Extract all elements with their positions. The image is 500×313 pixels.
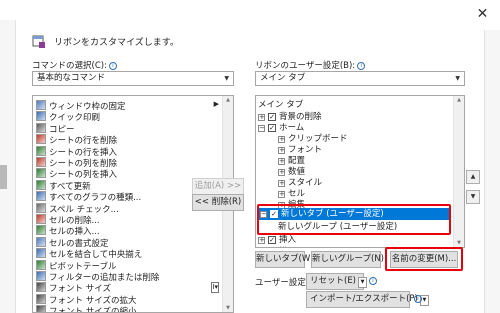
tree-item-label: スタイル — [288, 178, 323, 188]
left-edge-tab[interactable] — [0, 165, 7, 189]
info-icon: i — [108, 62, 117, 70]
command-item[interactable]: セルを結合して中央揃え — [36, 248, 221, 260]
ribbon-tabs-select[interactable]: メイン タブ ▼ — [255, 71, 465, 86]
page-title: リボンをカスタマイズします。 — [54, 38, 179, 48]
collapse-icon[interactable]: − — [258, 125, 265, 132]
scroll-up-icon[interactable]: ▲ — [454, 97, 464, 103]
command-item[interactable]: フォント サイズの拡大 — [36, 293, 221, 306]
chevron-down-icon: ▼ — [224, 75, 229, 82]
format-cells-icon — [36, 236, 46, 247]
expand-icon[interactable]: + — [278, 147, 285, 154]
tree-item-label: 背景の削除 — [279, 112, 322, 122]
checkbox-checked-icon[interactable]: ✓ — [268, 124, 276, 132]
remove-button[interactable]: << 削除(R) — [192, 194, 244, 211]
command-item[interactable]: セルの削除... — [36, 214, 221, 226]
delete-column-icon — [36, 157, 46, 167]
command-item[interactable]: セルの書式設定 — [36, 236, 221, 249]
font-size-dropdown-icon: I▾ — [211, 282, 219, 294]
chevron-down-icon: ▼ — [455, 75, 460, 82]
expand-icon[interactable]: + — [278, 158, 285, 165]
insert-column-icon — [36, 168, 46, 179]
tree-item-label: フォント — [288, 145, 323, 155]
chevron-down-icon: ▼ — [358, 277, 368, 288]
refresh-all-icon — [36, 179, 46, 190]
command-item[interactable]: フィルターの追加または削除 — [36, 271, 221, 283]
scroll-down-icon[interactable]: ▼ — [223, 305, 233, 311]
import-export-button[interactable]: インポート/エクスポート(P) ▼ — [306, 291, 429, 308]
command-source-select[interactable]: 基本的なコマンド ▼ — [32, 71, 234, 86]
info-icon: i — [414, 295, 422, 303]
merge-center-icon — [36, 248, 46, 259]
command-item[interactable]: クイック印刷 — [36, 111, 221, 123]
chart-icon — [36, 191, 46, 202]
scroll-down-icon[interactable]: ▼ — [454, 240, 464, 246]
spell-check-icon — [36, 202, 46, 213]
command-item[interactable]: フォント サイズの縮小 — [36, 305, 221, 313]
move-down-button[interactable]: ▼ — [466, 190, 480, 204]
ribbon-tree-scrollbar[interactable]: ▲ ▼ — [453, 96, 464, 247]
expand-icon[interactable]: + — [278, 180, 285, 187]
submenu-arrow-icon: ▶ — [213, 100, 219, 108]
freeze-panes-icon — [36, 100, 46, 110]
user-settings-label: ユーザー設定: — [255, 278, 309, 288]
move-up-button[interactable]: ▲ — [466, 170, 480, 184]
tree-item-label: 数値 — [288, 167, 306, 177]
command-item[interactable]: ピボットテーブル — [36, 259, 221, 272]
expand-icon[interactable]: + — [278, 169, 285, 176]
command-item[interactable]: シートの列を削除 — [36, 157, 221, 169]
delete-row-icon — [36, 134, 46, 145]
checkbox-checked-icon[interactable]: ✓ — [268, 113, 276, 121]
customize-ribbon-icon — [32, 35, 45, 48]
command-item[interactable]: フォント サイズ I▾ — [36, 282, 221, 294]
font-size-icon — [36, 282, 46, 293]
insert-row-icon — [36, 145, 46, 156]
command-item[interactable]: シートの行を削除 — [36, 134, 221, 146]
tree-item-draw[interactable]: +✓描画 — [258, 246, 296, 247]
tree-item-insert[interactable]: + ✓ 挿入 — [258, 234, 296, 246]
command-source-label: コマンドの選択(C): i — [32, 59, 117, 71]
insert-cells-icon — [36, 225, 46, 236]
pivot-table-icon — [36, 259, 46, 270]
reset-button[interactable]: リセット(E) ▼ — [306, 273, 368, 290]
checkbox-checked-icon[interactable]: ✓ — [268, 236, 276, 244]
command-item[interactable]: シートの行を挿入 — [36, 145, 221, 158]
copy-icon — [36, 122, 46, 133]
highlight-rename — [385, 247, 463, 271]
filter-icon — [36, 271, 46, 281]
ribbon-customize-label: リボンのユーザー設定(B): i — [255, 59, 366, 71]
expand-icon[interactable]: + — [278, 136, 285, 143]
highlight-new-tab — [257, 204, 451, 235]
close-window-button[interactable]: ✕ — [465, 0, 500, 28]
tree-item-label: セル — [288, 189, 306, 199]
info-icon: i — [369, 277, 377, 285]
scroll-up-icon[interactable]: ▲ — [223, 97, 233, 103]
shrink-font-icon — [36, 305, 46, 312]
expand-icon[interactable]: + — [258, 114, 265, 121]
info-icon: i — [357, 62, 366, 70]
command-item[interactable]: ウィンドウ枠の固定 ▶ — [36, 100, 221, 112]
new-group-button[interactable]: 新しいグループ(N) — [311, 251, 384, 268]
tree-item-label: クリップボード — [288, 134, 348, 144]
command-item[interactable]: セルの挿入... — [36, 225, 221, 237]
new-tab-button[interactable]: 新しいタブ(W) — [255, 251, 314, 268]
add-button[interactable]: 追加(A) >> — [192, 178, 244, 195]
tree-item-label: ホーム — [279, 123, 305, 133]
command-item-label: フォント サイズの縮小 — [49, 307, 137, 313]
grow-font-icon — [36, 293, 46, 304]
expand-icon[interactable]: + — [278, 191, 285, 198]
quick-print-icon — [36, 111, 46, 122]
delete-cells-icon — [36, 214, 46, 224]
right-edge-panel — [484, 30, 500, 313]
tree-item-label: 配置 — [288, 156, 306, 166]
expand-icon[interactable]: + — [258, 237, 265, 244]
tree-header: メイン タブ — [258, 100, 304, 110]
command-item[interactable]: コピー — [36, 122, 221, 135]
